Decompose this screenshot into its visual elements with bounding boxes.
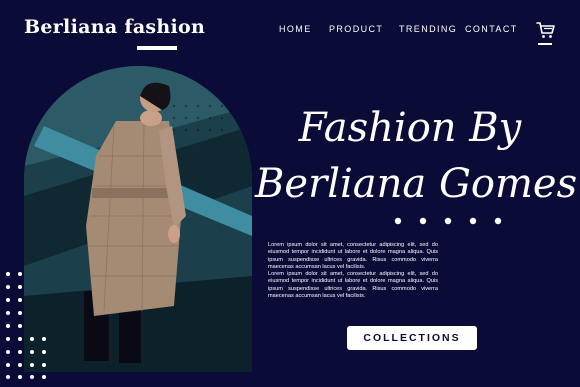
- nav-trending[interactable]: TRENDING: [399, 24, 457, 34]
- hero-headline-line2: Berliana Gomes: [255, 161, 578, 207]
- brand-underline: [137, 46, 177, 50]
- nav-product[interactable]: PRODUCT: [329, 24, 383, 34]
- cart-icon[interactable]: [536, 20, 556, 40]
- collections-button[interactable]: COLLECTIONS: [347, 326, 477, 350]
- decorative-dot-row: [394, 217, 502, 225]
- fashion-model-photo: [24, 66, 252, 372]
- decorative-dot-grid: [6, 272, 46, 379]
- nav-contact[interactable]: CONTACT: [465, 24, 518, 34]
- hero-paragraph-1: Lorem ipsum dolor sit amet, consectetur …: [268, 242, 438, 270]
- cart-underline: [538, 43, 552, 45]
- nav-home[interactable]: HOME: [279, 24, 312, 34]
- hero-description: Lorem ipsum dolor sit amet, consectetur …: [268, 242, 438, 300]
- brand-logo[interactable]: Berliana fashion: [24, 16, 205, 38]
- hero-paragraph-2: Lorem ipsum dolor sit amet, consectetur …: [268, 271, 438, 300]
- hero-headline-line1: Fashion By: [298, 105, 522, 151]
